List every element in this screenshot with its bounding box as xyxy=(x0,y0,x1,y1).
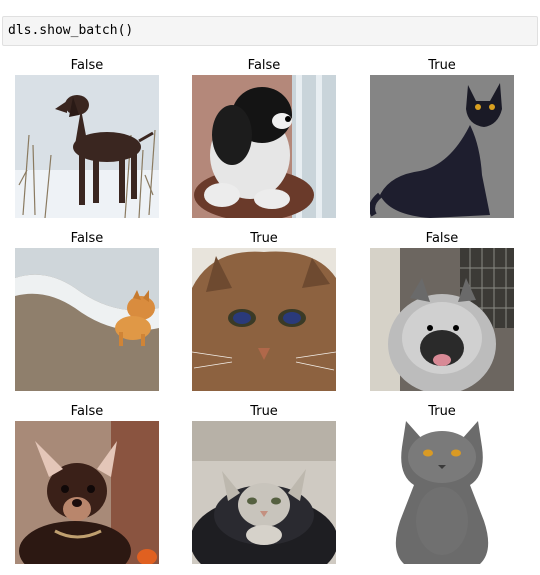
batch-item: False xyxy=(192,58,336,218)
batch-item-label: True xyxy=(250,231,278,246)
batch-item: True xyxy=(370,404,514,564)
batch-item-image xyxy=(370,421,514,564)
batch-item-label: False xyxy=(70,231,104,246)
batch-item-label: True xyxy=(428,58,456,73)
code-cell-source: dls.show_batch() xyxy=(8,23,134,38)
batch-item: True xyxy=(192,404,336,564)
batch-item-image xyxy=(192,421,336,564)
batch-item-label: False xyxy=(70,58,104,73)
batch-item-image xyxy=(370,248,514,391)
batch-item-label: False xyxy=(425,231,459,246)
batch-item: False xyxy=(15,58,159,218)
batch-item-label: True xyxy=(428,404,456,419)
batch-item: False xyxy=(15,231,159,391)
batch-item-image xyxy=(15,75,159,218)
batch-item: False xyxy=(15,404,159,564)
code-cell[interactable]: dls.show_batch() xyxy=(2,16,538,46)
batch-item-image xyxy=(15,421,159,564)
batch-item-image xyxy=(370,75,514,218)
batch-item-label: False xyxy=(247,58,281,73)
batch-item-label: False xyxy=(70,404,104,419)
batch-item-label: True xyxy=(250,404,278,419)
batch-item: True xyxy=(370,58,514,218)
batch-item-image xyxy=(15,248,159,391)
batch-item: True xyxy=(192,231,336,391)
batch-item-image xyxy=(192,248,336,391)
batch-item-image xyxy=(192,75,336,218)
batch-item: False xyxy=(370,231,514,391)
